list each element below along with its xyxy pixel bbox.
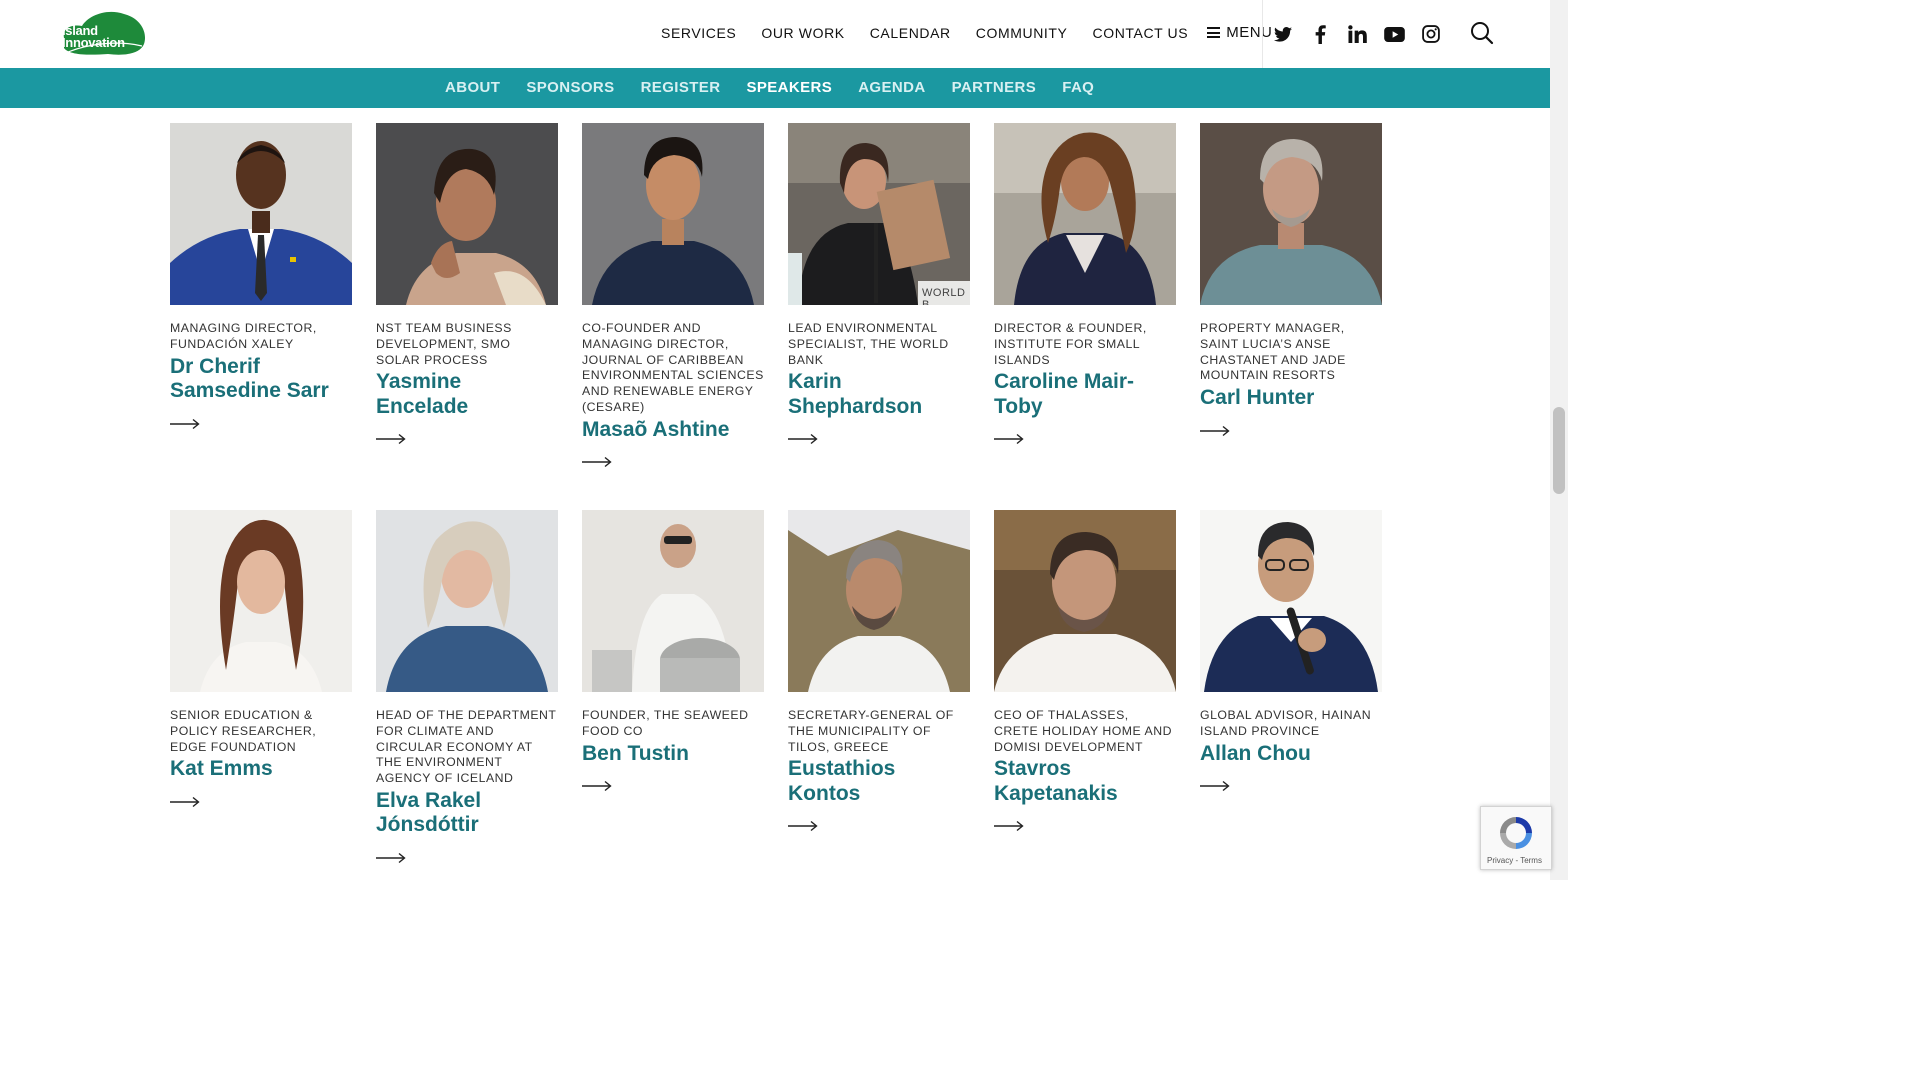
arrow-right-icon[interactable] <box>582 780 612 792</box>
speaker-card[interactable]: GLOBAL ADVISOR, HAINAN ISLAND PROVINCE A… <box>1200 510 1382 797</box>
search-icon[interactable] <box>1470 21 1494 45</box>
speaker-card[interactable]: DIRECTOR & FOUNDER, INSTITUTE FOR SMALL … <box>994 123 1176 450</box>
speaker-role: CO-FOUNDER AND MANAGING DIRECTOR, JOURNA… <box>582 321 764 414</box>
speaker-name[interactable]: Stavros Kapetanakis <box>994 757 1176 806</box>
linkedin-icon[interactable] <box>1345 22 1369 46</box>
hamburger-icon <box>1207 27 1221 38</box>
speaker-card[interactable]: CEO OF THALASSES, CRETE HOLIDAY HOME AND… <box>994 510 1176 837</box>
nav-our-work[interactable]: OUR WORK <box>761 25 844 41</box>
site-header: Island Innovation SERVICES OUR WORK CALE… <box>0 0 1550 68</box>
speaker-card[interactable]: HEAD OF THE DEPARTMENT FOR CLIMATE AND C… <box>376 510 558 869</box>
speaker-card[interactable]: CO-FOUNDER AND MANAGING DIRECTOR, JOURNA… <box>582 123 764 473</box>
speaker-name[interactable]: Allan Chou <box>1200 742 1382 767</box>
speaker-photo[interactable] <box>376 510 558 692</box>
twitter-icon[interactable] <box>1271 22 1295 46</box>
facebook-icon[interactable] <box>1308 22 1332 46</box>
recaptcha-badge[interactable]: Privacy - Terms <box>1480 806 1552 870</box>
speaker-card[interactable]: WORLD B LEAD ENVIRONMENTAL SPECIALIST, T… <box>788 123 970 450</box>
speaker-role: SENIOR EDUCATION & POLICY RESEARCHER, ED… <box>170 708 317 754</box>
youtube-icon[interactable] <box>1382 22 1406 46</box>
arrow-right-icon[interactable] <box>994 820 1024 832</box>
speaker-photo[interactable] <box>170 123 352 305</box>
subnav-partners[interactable]: PARTNERS <box>952 79 1037 96</box>
speaker-role: GLOBAL ADVISOR, HAINAN ISLAND PROVINCE <box>1200 708 1372 738</box>
speaker-name[interactable]: Ben Tustin <box>582 742 764 767</box>
speaker-role: HEAD OF THE DEPARTMENT FOR CLIMATE AND C… <box>376 708 557 786</box>
arrow-right-icon[interactable] <box>376 852 406 864</box>
scrollbar-thumb[interactable] <box>1553 407 1565 494</box>
arrow-right-icon[interactable] <box>994 433 1024 445</box>
speaker-name[interactable]: Dr Cherif Samsedine Sarr <box>170 355 352 404</box>
speaker-name[interactable]: Masaõ Ashtine <box>582 418 764 443</box>
arrow-right-icon[interactable] <box>1200 780 1230 792</box>
social-links <box>1271 22 1456 46</box>
speaker-card[interactable]: SENIOR EDUCATION & POLICY RESEARCHER, ED… <box>170 510 352 813</box>
subnav-agenda[interactable]: AGENDA <box>858 79 925 96</box>
speaker-card[interactable]: FOUNDER, THE SEAWEED FOOD CO Ben Tustin <box>582 510 764 797</box>
photo-sign-text: WORLD B <box>922 287 966 305</box>
nav-contact-us[interactable]: CONTACT US <box>1093 25 1189 41</box>
speaker-role: PROPERTY MANAGER, SAINT LUCIA’S ANSE CHA… <box>1200 321 1346 383</box>
arrow-right-icon[interactable] <box>788 820 818 832</box>
subnav-register[interactable]: REGISTER <box>641 79 721 96</box>
subnav-about[interactable]: ABOUT <box>445 79 500 96</box>
speaker-photo[interactable] <box>170 510 352 692</box>
speaker-role: DIRECTOR & FOUNDER, INSTITUTE FOR SMALL … <box>994 321 1147 367</box>
arrow-right-icon[interactable] <box>170 418 200 430</box>
speaker-photo[interactable] <box>582 510 764 692</box>
arrow-right-icon[interactable] <box>376 433 406 445</box>
speaker-name[interactable]: Eustathios Kontos <box>788 757 970 806</box>
speaker-photo[interactable] <box>1200 123 1382 305</box>
speaker-photo[interactable] <box>376 123 558 305</box>
logo-text-line2: Innovation <box>62 35 125 50</box>
menu-label: MENU <box>1226 24 1273 41</box>
subnav-speakers[interactable]: SPEAKERS <box>746 79 832 96</box>
subnav-sponsors[interactable]: SPONSORS <box>526 79 614 96</box>
speaker-photo[interactable] <box>582 123 764 305</box>
main-nav: SERVICES OUR WORK CALENDAR COMMUNITY CON… <box>661 24 1272 41</box>
speaker-name[interactable]: Kat Emms <box>170 757 352 782</box>
speaker-name[interactable]: Yasmine Encelade <box>376 370 558 419</box>
speaker-role: FOUNDER, THE SEAWEED FOOD CO <box>582 708 749 738</box>
speaker-name[interactable]: Carl Hunter <box>1200 386 1382 411</box>
arrow-right-icon[interactable] <box>1200 425 1230 437</box>
speaker-photo[interactable] <box>994 510 1176 692</box>
arrow-right-icon[interactable] <box>788 433 818 445</box>
speaker-name[interactable]: Caroline Mair-Toby <box>994 370 1176 419</box>
nav-divider <box>1262 0 1263 68</box>
speaker-role: MANAGING DIRECTOR, FUNDACIÓN XALEY <box>170 321 317 351</box>
island-innovation-logo[interactable]: Island Innovation <box>58 10 146 58</box>
recaptcha-icon <box>1500 817 1532 849</box>
recaptcha-links[interactable]: Privacy - Terms <box>1487 856 1542 865</box>
arrow-right-icon[interactable] <box>170 796 200 808</box>
subnav-faq[interactable]: FAQ <box>1062 79 1094 96</box>
speaker-role: NST TEAM BUSINESS DEVELOPMENT, SMO SOLAR… <box>376 321 512 367</box>
arrow-right-icon[interactable] <box>582 456 612 468</box>
speaker-photo[interactable]: WORLD B <box>788 123 970 305</box>
speaker-card[interactable]: SECRETARY-GENERAL OF THE MUNICIPALITY OF… <box>788 510 970 837</box>
nav-community[interactable]: COMMUNITY <box>976 25 1068 41</box>
speaker-photo[interactable] <box>994 123 1176 305</box>
instagram-icon[interactable] <box>1419 22 1443 46</box>
speaker-role: LEAD ENVIRONMENTAL SPECIALIST, THE WORLD… <box>788 321 949 367</box>
speaker-card[interactable]: PROPERTY MANAGER, SAINT LUCIA’S ANSE CHA… <box>1200 123 1382 442</box>
speaker-photo[interactable] <box>788 510 970 692</box>
speaker-role: SECRETARY-GENERAL OF THE MUNICIPALITY OF… <box>788 708 954 754</box>
speaker-role: CEO OF THALASSES, CRETE HOLIDAY HOME AND… <box>994 708 1172 754</box>
logo-text: Island Innovation <box>62 24 125 50</box>
speaker-name[interactable]: Elva Rakel Jónsdóttir <box>376 789 558 838</box>
speaker-photo[interactable] <box>1200 510 1382 692</box>
nav-services[interactable]: SERVICES <box>661 25 736 41</box>
nav-calendar[interactable]: CALENDAR <box>870 25 951 41</box>
speaker-name[interactable]: Karin Shephardson <box>788 370 970 419</box>
speaker-card[interactable]: NST TEAM BUSINESS DEVELOPMENT, SMO SOLAR… <box>376 123 558 450</box>
speaker-card[interactable]: MANAGING DIRECTOR, FUNDACIÓN XALEY Dr Ch… <box>170 123 352 435</box>
event-subnav: ABOUT SPONSORS REGISTER SPEAKERS AGENDA … <box>0 68 1550 108</box>
